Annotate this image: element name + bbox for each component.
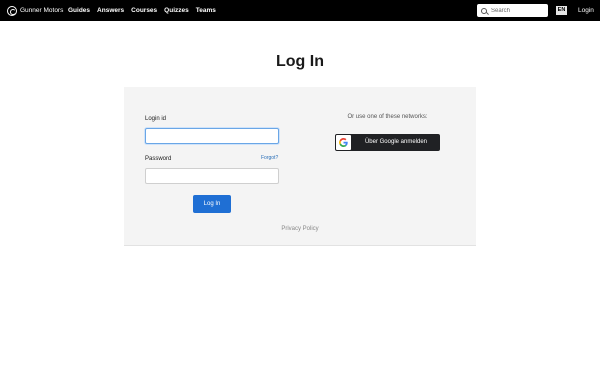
login-id-label: Login id xyxy=(145,116,167,122)
google-g-icon xyxy=(339,138,348,147)
nav-courses[interactable]: Courses xyxy=(131,7,157,14)
nav-teams[interactable]: Teams xyxy=(196,7,216,14)
search-icon xyxy=(481,7,487,14)
brand-logo-icon xyxy=(7,5,17,16)
search-box xyxy=(477,4,548,17)
top-navigation-bar: Gunner Motors Guides Answers Courses Qui… xyxy=(0,0,600,21)
google-sign-in-label: Über Google anmelden xyxy=(364,139,428,145)
nav-quizzes[interactable]: Quizzes xyxy=(164,7,189,14)
page-title: Log In xyxy=(276,53,324,70)
nav-guides[interactable]: Guides xyxy=(68,7,90,14)
password-label: Password xyxy=(145,156,172,162)
forgot-password-link[interactable]: Forgot? xyxy=(261,155,278,161)
networks-text: Or use one of these networks: xyxy=(347,114,428,120)
google-icon-container xyxy=(336,135,351,150)
log-in-button[interactable]: Log In xyxy=(193,195,231,213)
brand-name: Gunner Motors xyxy=(20,7,64,14)
login-id-field[interactable] xyxy=(145,128,279,144)
brand-link[interactable]: Gunner Motors xyxy=(7,5,63,16)
language-selector[interactable]: EN xyxy=(556,6,567,15)
login-card: Login id Password Forgot? Log In Or use … xyxy=(124,87,476,246)
header-login-link[interactable]: Login xyxy=(578,7,594,14)
nav-answers[interactable]: Answers xyxy=(97,7,124,14)
password-field[interactable] xyxy=(145,168,279,184)
google-sign-in-button[interactable]: Über Google anmelden xyxy=(335,134,440,151)
main-nav: Guides Answers Courses Quizzes Teams xyxy=(68,7,223,14)
privacy-policy-link[interactable]: Privacy Policy xyxy=(124,226,476,232)
search-input[interactable] xyxy=(491,7,547,14)
